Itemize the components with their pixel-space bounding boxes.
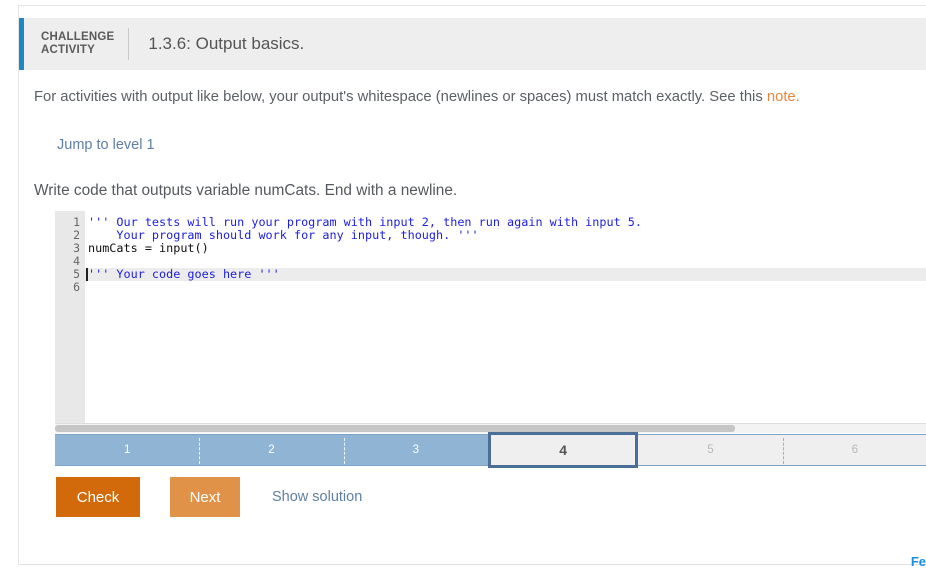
text-cursor	[86, 268, 88, 281]
check-button[interactable]: Check	[56, 477, 140, 517]
level-progress-bar: 1 2 3 4 5 6	[55, 432, 926, 468]
level-label: 1	[123, 444, 131, 456]
feedback-link[interactable]: Fe	[911, 554, 926, 569]
activity-header: CHALLENGE ACTIVITY 1.3.6: Output basics.	[19, 18, 926, 70]
level-segment-4[interactable]: 4	[487, 432, 639, 468]
level-segment-1[interactable]: 1	[55, 434, 200, 466]
code-token: Your program should work for any input, …	[88, 228, 479, 242]
next-button[interactable]: Next	[170, 477, 240, 517]
editor-code-line[interactable]: numCats = input()	[85, 242, 926, 255]
editor-code-area[interactable]: ''' Our tests will run your program with…	[85, 211, 926, 423]
level-segment-2[interactable]: 2	[199, 434, 344, 466]
code-editor[interactable]: 123456 ''' Our tests will run your progr…	[55, 211, 926, 433]
activity-kicker: CHALLENGE ACTIVITY	[24, 31, 128, 58]
kicker-line-2: ACTIVITY	[41, 44, 95, 56]
jump-to-level-link[interactable]: Jump to level 1	[57, 137, 155, 153]
editor-gutter: 123456	[55, 211, 85, 423]
activity-card: CHALLENGE ACTIVITY 1.3.6: Output basics.…	[18, 5, 926, 569]
editor-scrollbar-thumb[interactable]	[55, 425, 735, 432]
level-label: 5	[707, 444, 714, 456]
code-token: ''' Your code goes here '''	[88, 267, 280, 281]
activity-prompt: Write code that outputs variable numCats…	[34, 182, 458, 199]
show-solution-link[interactable]: Show solution	[272, 489, 362, 505]
editor-code-line[interactable]	[85, 281, 926, 294]
level-label: 6	[851, 444, 858, 456]
editor-line-number: 6	[73, 280, 80, 294]
intro-text: For activities with output like below, y…	[34, 89, 767, 105]
level-segment-6[interactable]: 6	[782, 434, 926, 466]
note-link[interactable]: note.	[767, 89, 800, 105]
page-title: 1.3.6: Output basics.	[148, 34, 305, 53]
code-token: ''' Our tests will run your program with…	[88, 215, 642, 229]
code-token: numCats = input()	[88, 241, 209, 255]
level-label: 4	[559, 442, 568, 458]
intro-paragraph: For activities with output like below, y…	[34, 86, 914, 108]
level-segment-3[interactable]: 3	[343, 434, 488, 466]
level-label: 3	[412, 444, 420, 456]
editor-code-line[interactable]: Your program should work for any input, …	[85, 229, 926, 242]
page-root: CHALLENGE ACTIVITY 1.3.6: Output basics.…	[0, 0, 926, 577]
level-label: 2	[268, 444, 275, 456]
kicker-line-1: CHALLENGE	[41, 30, 115, 43]
editor-code-line[interactable]: ''' Your code goes here '''	[85, 268, 926, 281]
level-segment-5[interactable]: 5	[638, 434, 783, 466]
action-button-row: Check Next Show solution	[56, 477, 362, 517]
